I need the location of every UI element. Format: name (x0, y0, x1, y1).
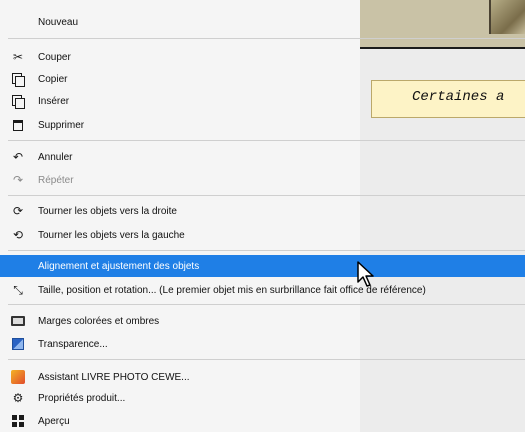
menu-item-couper[interactable]: ✂ Couper (0, 46, 525, 68)
menu-separator (8, 250, 525, 251)
menu-separator (8, 304, 525, 305)
scissors-icon: ✂ (12, 50, 24, 64)
menu-item-rotate-left[interactable]: ⟲ Tourner les objets vers la gauche (0, 224, 525, 246)
menu-item-label: Supprimer (38, 119, 85, 131)
paste-icon (11, 94, 25, 109)
copy-icon (11, 72, 25, 87)
menu-item-label: Tourner les objets vers la gauche (38, 229, 185, 241)
menu-item-alignment[interactable]: Alignement et ajustement des objets (0, 255, 525, 277)
menu-item-size-position[interactable]: ⤡ Taille, position et rotation... (Le pr… (0, 279, 525, 301)
context-menu: Nouveau ✂ Couper Copier Insérer Supprime… (0, 0, 525, 432)
menu-item-product-properties[interactable]: ⚙ Propriétés produit... (0, 387, 525, 409)
menu-separator (8, 140, 525, 141)
menu-item-nouveau[interactable]: Nouveau (0, 11, 525, 33)
menu-item-preview[interactable]: Aperçu (0, 410, 525, 432)
mouse-pointer-icon (357, 261, 374, 287)
menu-item-label: Marges colorées et ombres (38, 315, 160, 327)
gear-icon: ⚙ (12, 391, 24, 405)
menu-item-label: Alignement et ajustement des objets (38, 260, 200, 272)
menu-item-label: Aperçu (38, 415, 70, 427)
menu-item-margins-shadows[interactable]: Marges colorées et ombres (0, 310, 525, 332)
menu-item-copier[interactable]: Copier (0, 68, 525, 90)
menu-separator (8, 359, 525, 360)
menu-item-label: Répéter (38, 174, 74, 186)
menu-item-label: Nouveau (38, 16, 79, 28)
menu-item-inserer[interactable]: Insérer (0, 90, 525, 112)
menu-item-rotate-right[interactable]: ⟳ Tourner les objets vers la droite (0, 200, 525, 222)
menu-item-cewe-assistant[interactable]: Assistant LIVRE PHOTO CEWE... (0, 366, 525, 388)
menu-item-label: Tourner les objets vers la droite (38, 205, 177, 217)
transparency-icon (11, 337, 25, 351)
undo-icon: ↶ (12, 150, 24, 164)
cewe-assistant-icon (11, 370, 25, 384)
menu-item-label: Insérer (38, 95, 70, 107)
margins-icon (11, 314, 25, 328)
menu-separator (8, 38, 525, 39)
rotate-right-icon: ⟳ (12, 204, 24, 218)
menu-separator (8, 195, 525, 196)
trash-icon (11, 118, 25, 132)
resize-icon: ⤡ (13, 282, 23, 297)
menu-item-label: Annuler (38, 151, 73, 163)
menu-item-label: Assistant LIVRE PHOTO CEWE... (38, 371, 190, 383)
menu-item-label: Copier (38, 73, 68, 85)
menu-item-supprimer[interactable]: Supprimer (0, 114, 525, 136)
menu-item-label: Propriétés produit... (38, 392, 126, 404)
menu-item-label: Transparence... (38, 338, 108, 350)
redo-icon: ↷ (12, 173, 24, 187)
menu-item-label: Couper (38, 51, 71, 63)
preview-icon (11, 414, 25, 428)
rotate-left-icon: ⟲ (12, 228, 24, 242)
menu-item-transparency[interactable]: Transparence... (0, 333, 525, 355)
menu-item-repeter[interactable]: ↷ Répéter (0, 169, 525, 191)
menu-item-annuler[interactable]: ↶ Annuler (0, 146, 525, 168)
